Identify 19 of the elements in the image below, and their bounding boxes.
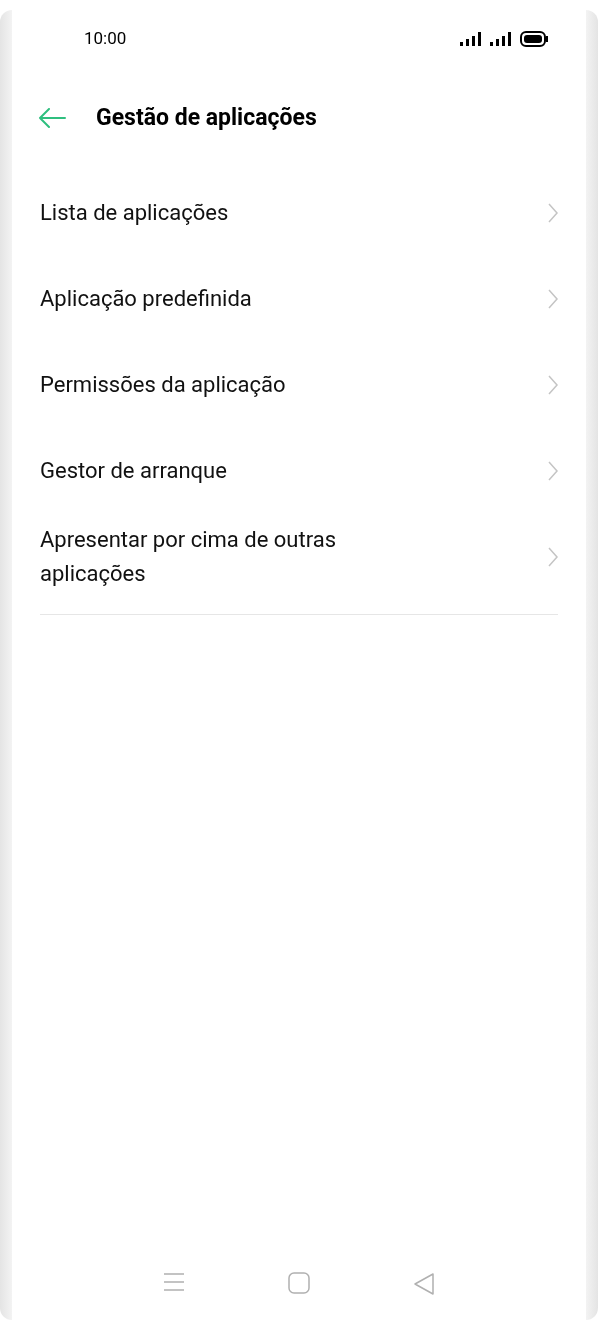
chevron-right-icon: [548, 547, 558, 567]
chevron-right-icon: [548, 289, 558, 309]
chevron-right-icon: [548, 203, 558, 223]
page-title: Gestão de aplicações: [96, 102, 317, 133]
chevron-right-icon: [548, 461, 558, 481]
settings-item[interactable]: Permissões da aplicação: [12, 342, 586, 428]
status-time: 10:00: [84, 27, 127, 51]
home-icon[interactable]: [288, 1272, 310, 1294]
chevron-right-icon: [548, 375, 558, 395]
settings-item[interactable]: Gestor de arranque: [12, 428, 586, 514]
settings-item[interactable]: Aplicação predefinida: [12, 256, 586, 342]
back-icon[interactable]: [412, 1272, 435, 1296]
battery-icon: [520, 31, 548, 47]
signal-icon: [490, 32, 514, 46]
signal-icon: [460, 32, 484, 46]
settings-item[interactable]: Apresentar por cima de outras aplicações: [12, 514, 586, 600]
settings-item[interactable]: Lista de aplicações: [12, 170, 586, 256]
menu-icon[interactable]: [163, 1272, 186, 1292]
back-arrow-icon[interactable]: [38, 108, 66, 128]
